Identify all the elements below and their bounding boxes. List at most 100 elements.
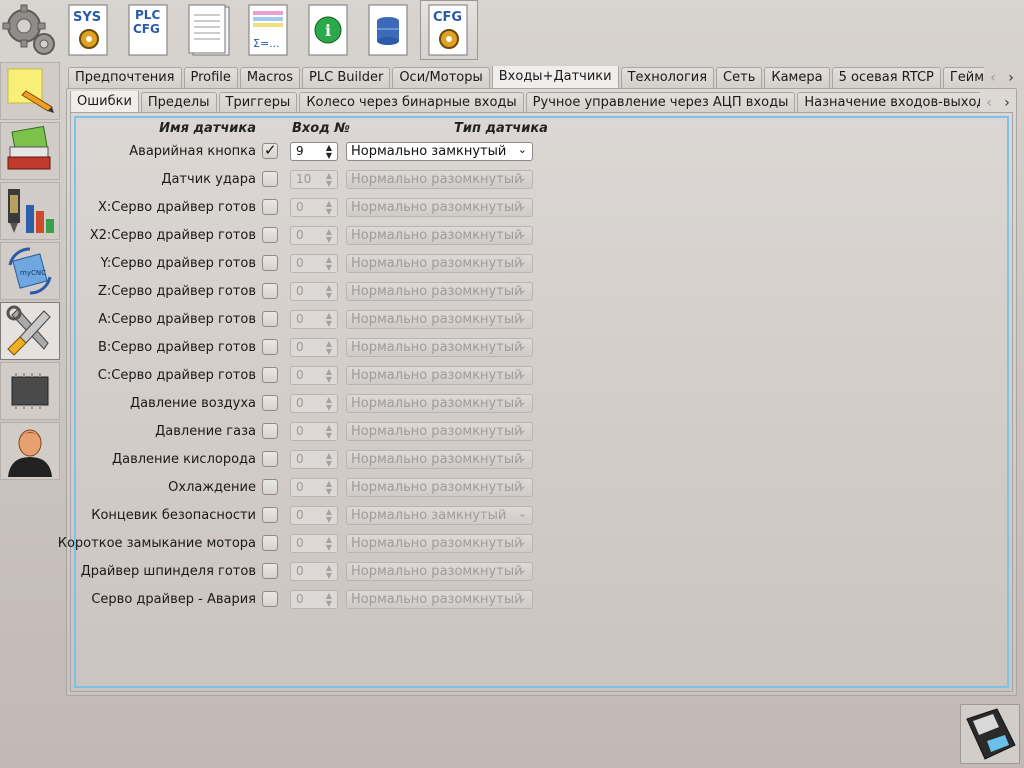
input-number-spinbox[interactable]: 0 ▲ ▼ <box>290 590 338 609</box>
sensor-enable-checkbox[interactable] <box>262 535 278 551</box>
sensor-enable-checkbox[interactable] <box>262 227 278 243</box>
input-number-spinbox[interactable]: 0 ▲ ▼ <box>290 226 338 245</box>
sensor-type-select[interactable]: Нормально замкнутый ⌄ <box>346 142 533 161</box>
plc-cfg-button[interactable]: PLC CFG <box>120 0 178 60</box>
sensor-type-select[interactable]: Нормально разомкнутый ⌄ <box>346 338 533 357</box>
input-number-spinbox[interactable]: 0 ▲ ▼ <box>290 450 338 469</box>
input-number-spinbox[interactable]: 0 ▲ ▼ <box>290 534 338 553</box>
tab-sub-4[interactable]: Ручное управление через АЦП входы <box>525 92 796 113</box>
sensor-enable-checkbox[interactable] <box>262 367 278 383</box>
sensor-enable-checkbox[interactable] <box>262 479 278 495</box>
save-button[interactable] <box>960 704 1020 764</box>
sensor-type-select[interactable]: Нормально разомкнутый ⌄ <box>346 562 533 581</box>
cfg-button[interactable]: CFG <box>420 0 478 60</box>
tab-main-5[interactable]: Входы+Датчики <box>491 66 619 88</box>
sensor-enable-checkbox[interactable] <box>262 507 278 523</box>
sensor-enable-checkbox[interactable] <box>262 591 278 607</box>
sensor-enable-checkbox[interactable] <box>262 339 278 355</box>
main-tab-scroll-left-icon[interactable]: ‹ <box>986 70 1000 86</box>
spin-down-icon[interactable]: ▼ <box>323 236 335 244</box>
formula-sheet-button[interactable]: Σ=... <box>240 0 298 60</box>
tab-main-7[interactable]: Сеть <box>716 67 763 88</box>
tab-main-8[interactable]: Камера <box>764 67 830 88</box>
sensor-enable-checkbox[interactable]: ✓ <box>262 141 278 159</box>
spin-down-icon[interactable]: ▼ <box>323 404 335 412</box>
tab-main-9[interactable]: 5 осевая RTCP <box>831 67 941 88</box>
tab-main-1[interactable]: Profile <box>183 67 238 88</box>
sensor-type-select[interactable]: Нормально разомкнутый ⌄ <box>346 478 533 497</box>
sys-config-button[interactable]: SYS <box>60 0 118 60</box>
input-number-spinbox[interactable]: 0 ▲ ▼ <box>290 366 338 385</box>
input-number-spinbox[interactable]: 0 ▲ ▼ <box>290 338 338 357</box>
info-button[interactable]: i <box>300 0 358 60</box>
input-number-spinbox[interactable]: 0 ▲ ▼ <box>290 282 338 301</box>
sensor-enable-checkbox[interactable] <box>262 451 278 467</box>
spin-down-icon[interactable]: ▼ <box>323 292 335 300</box>
sub-tab-scroll-left-icon[interactable]: ‹ <box>982 95 996 111</box>
chevron-down-icon: ⌄ <box>517 199 527 212</box>
input-number-spinbox[interactable]: 0 ▲ ▼ <box>290 310 338 329</box>
spin-down-icon[interactable]: ▼ <box>323 320 335 328</box>
spin-down-icon[interactable]: ▼ <box>323 264 335 272</box>
spin-down-icon[interactable]: ▼ <box>323 208 335 216</box>
tab-main-2[interactable]: Macros <box>239 67 301 88</box>
spin-down-icon[interactable]: ▼ <box>323 152 335 160</box>
sensor-enable-checkbox[interactable] <box>262 395 278 411</box>
sensor-enable-checkbox[interactable] <box>262 311 278 327</box>
sensor-type-select[interactable]: Нормально разомкнутый ⌄ <box>346 226 533 245</box>
spin-down-icon[interactable]: ▼ <box>323 348 335 356</box>
spin-down-icon[interactable]: ▼ <box>323 376 335 384</box>
spin-down-icon[interactable]: ▼ <box>323 180 335 188</box>
spin-down-icon[interactable]: ▼ <box>323 544 335 552</box>
input-number-spinbox[interactable]: 9 ▲ ▼ <box>290 142 338 161</box>
database-button[interactable] <box>360 0 418 60</box>
spin-down-icon[interactable]: ▼ <box>323 600 335 608</box>
sensor-type-select[interactable]: Нормально разомкнутый ⌄ <box>346 254 533 273</box>
tab-sub-0[interactable]: Ошибки <box>70 91 139 113</box>
sensor-type-select[interactable]: Нормально разомкнутый ⌄ <box>346 282 533 301</box>
sensor-type-select[interactable]: Нормально разомкнутый ⌄ <box>346 366 533 385</box>
settings-gear-icon[interactable] <box>2 2 58 58</box>
spin-down-icon[interactable]: ▼ <box>323 516 335 524</box>
sensor-enable-checkbox[interactable] <box>262 171 278 187</box>
input-number-spinbox[interactable]: 0 ▲ ▼ <box>290 562 338 581</box>
spin-down-icon[interactable]: ▼ <box>323 572 335 580</box>
tab-main-6[interactable]: Технология <box>620 67 715 88</box>
sensor-type-select[interactable]: Нормально разомкнутый ⌄ <box>346 534 533 553</box>
spin-down-icon[interactable]: ▼ <box>323 432 335 440</box>
input-number-spinbox[interactable]: 0 ▲ ▼ <box>290 198 338 217</box>
input-number-spinbox[interactable]: 0 ▲ ▼ <box>290 254 338 273</box>
tab-sub-3[interactable]: Колесо через бинарные входы <box>299 92 524 113</box>
sensor-type-select[interactable]: Нормально замкнутый ⌄ <box>346 506 533 525</box>
sidebar-edit-button[interactable] <box>0 62 60 120</box>
input-number-spinbox[interactable]: 0 ▲ ▼ <box>290 478 338 497</box>
spin-down-icon[interactable]: ▼ <box>323 460 335 468</box>
tab-main-3[interactable]: PLC Builder <box>302 67 391 88</box>
tab-main-4[interactable]: Оси/Моторы <box>392 67 490 88</box>
sensor-enable-checkbox[interactable] <box>262 255 278 271</box>
tab-sub-2[interactable]: Триггеры <box>218 92 298 113</box>
sensor-type-select[interactable]: Нормально разомкнутый ⌄ <box>346 198 533 217</box>
sensor-type-select[interactable]: Нормально разомкнутый ⌄ <box>346 450 533 469</box>
input-number-spinbox[interactable]: 0 ▲ ▼ <box>290 422 338 441</box>
sensor-type-select[interactable]: Нормально разомкнутый ⌄ <box>346 422 533 441</box>
tab-main-10[interactable]: Геймпад <box>942 67 984 88</box>
spin-down-icon[interactable]: ▼ <box>323 488 335 496</box>
input-number-spinbox[interactable]: 0 ▲ ▼ <box>290 506 338 525</box>
sensor-type-select[interactable]: Нормально разомкнутый ⌄ <box>346 590 533 609</box>
main-tab-scroll-right-icon[interactable]: › <box>1004 70 1018 86</box>
tab-sub-5[interactable]: Назначение входов-выходов плат ра <box>797 92 980 113</box>
sensor-enable-checkbox[interactable] <box>262 199 278 215</box>
sensor-enable-checkbox[interactable] <box>262 423 278 439</box>
document-list-button[interactable] <box>180 0 238 60</box>
input-number-spinbox[interactable]: 10 ▲ ▼ <box>290 170 338 189</box>
sensor-enable-checkbox[interactable] <box>262 563 278 579</box>
sensor-type-select[interactable]: Нормально разомкнутый ⌄ <box>346 394 533 413</box>
sensor-enable-checkbox[interactable] <box>262 283 278 299</box>
input-number-spinbox[interactable]: 0 ▲ ▼ <box>290 394 338 413</box>
tab-sub-1[interactable]: Пределы <box>140 92 217 113</box>
sensor-type-select[interactable]: Нормально разомкнутый ⌄ <box>346 170 533 189</box>
sensor-type-select[interactable]: Нормально разомкнутый ⌄ <box>346 310 533 329</box>
sub-tab-scroll-right-icon[interactable]: › <box>1000 95 1014 111</box>
tab-main-0[interactable]: Предпочтения <box>68 67 182 88</box>
